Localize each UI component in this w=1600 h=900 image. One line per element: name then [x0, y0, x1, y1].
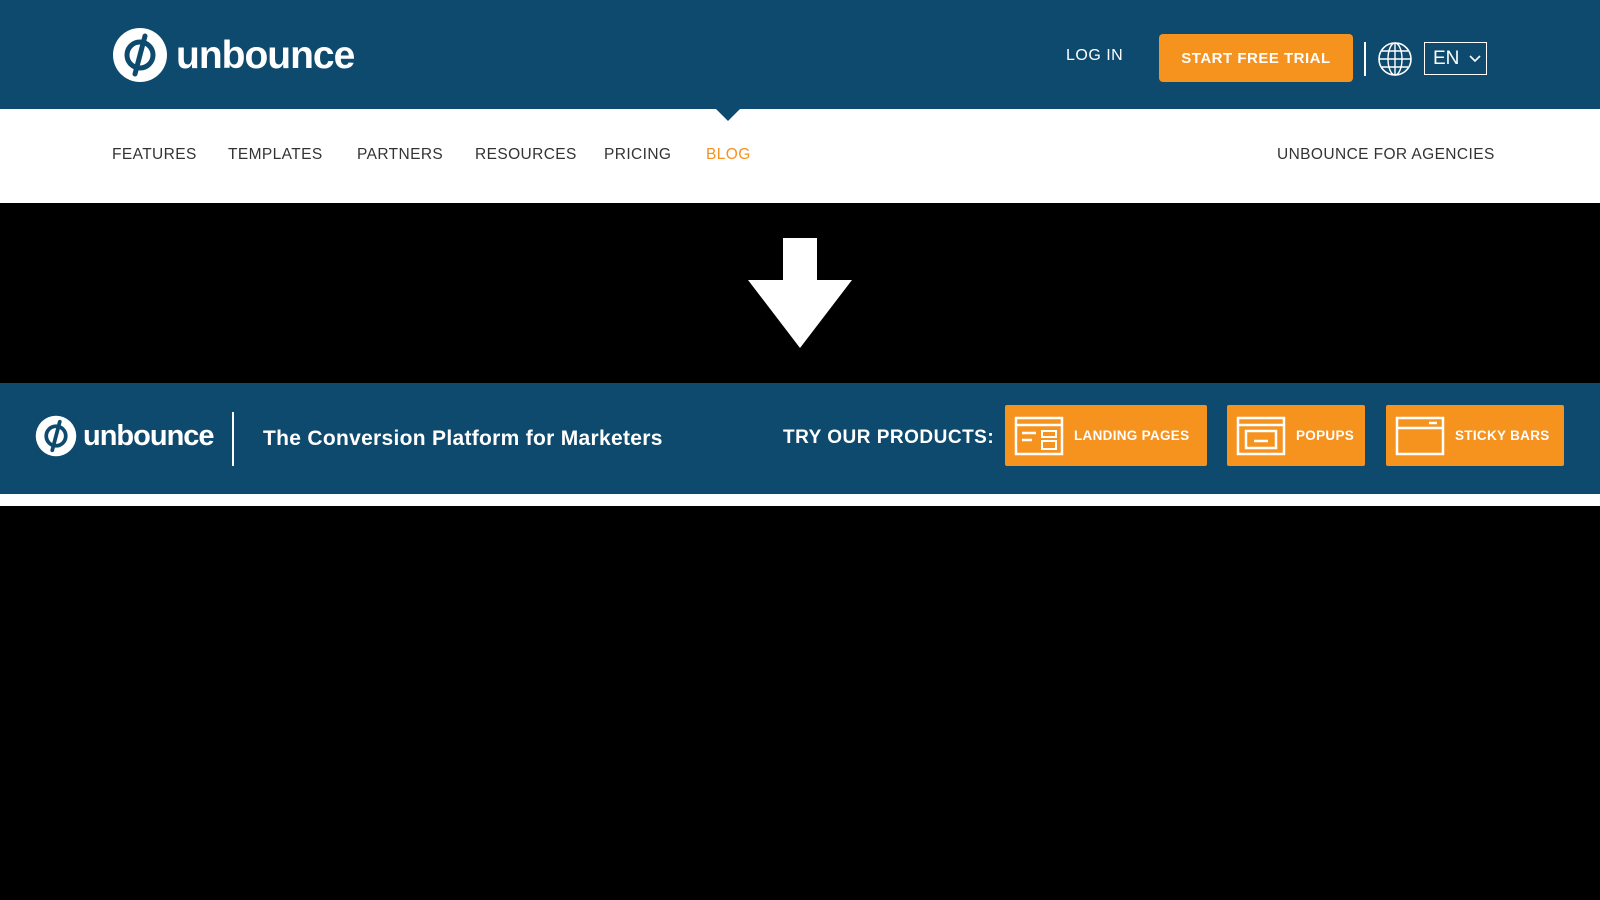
- nav-item-blog[interactable]: BLOG: [706, 146, 751, 164]
- login-link[interactable]: LOG IN: [1066, 47, 1123, 65]
- landing-page-icon: [1014, 416, 1064, 455]
- popup-icon: [1236, 416, 1286, 455]
- banner-divider: [232, 412, 234, 466]
- globe-icon[interactable]: [1377, 41, 1413, 77]
- arrow-down-icon: [748, 238, 852, 348]
- try-products-label: TRY OUR PRODUCTS:: [783, 427, 995, 448]
- banner-brand-name: unbounce: [83, 419, 215, 452]
- active-nav-caret: [715, 108, 741, 121]
- header-divider: [1364, 42, 1366, 76]
- sticky-bars-button[interactable]: STICKY BARS: [1386, 405, 1564, 466]
- landing-pages-label: LANDING PAGES: [1074, 428, 1190, 443]
- nav-item-features[interactable]: FEATURES: [112, 146, 197, 164]
- nav-item-partners[interactable]: PARTNERS: [357, 146, 443, 164]
- brand-name: unbounce: [176, 33, 355, 77]
- nav-item-templates[interactable]: TEMPLATES: [228, 146, 323, 164]
- landing-pages-button[interactable]: LANDING PAGES: [1005, 405, 1207, 466]
- nav-item-agencies[interactable]: UNBOUNCE FOR AGENCIES: [1277, 146, 1495, 164]
- popups-button[interactable]: POPUPS: [1227, 405, 1365, 466]
- unbounce-logo-icon: [35, 415, 77, 457]
- language-select[interactable]: EN: [1424, 42, 1487, 75]
- unbounce-logo-icon: [113, 28, 167, 82]
- nav-item-resources[interactable]: RESOURCES: [475, 146, 577, 164]
- sticky-bar-icon: [1395, 416, 1445, 455]
- sticky-bars-label: STICKY BARS: [1455, 428, 1550, 443]
- nav-item-pricing[interactable]: PRICING: [604, 146, 671, 164]
- unbounce-logo[interactable]: unbounce: [112, 26, 355, 84]
- page-edge-strip: [0, 494, 1600, 506]
- language-value: EN: [1433, 47, 1460, 69]
- chevron-down-icon: [1469, 54, 1481, 62]
- start-free-trial-button[interactable]: START FREE TRIAL: [1159, 34, 1353, 82]
- banner-tagline: The Conversion Platform for Marketers: [263, 427, 663, 450]
- banner-unbounce-logo[interactable]: unbounce: [35, 415, 215, 457]
- popups-label: POPUPS: [1296, 428, 1355, 443]
